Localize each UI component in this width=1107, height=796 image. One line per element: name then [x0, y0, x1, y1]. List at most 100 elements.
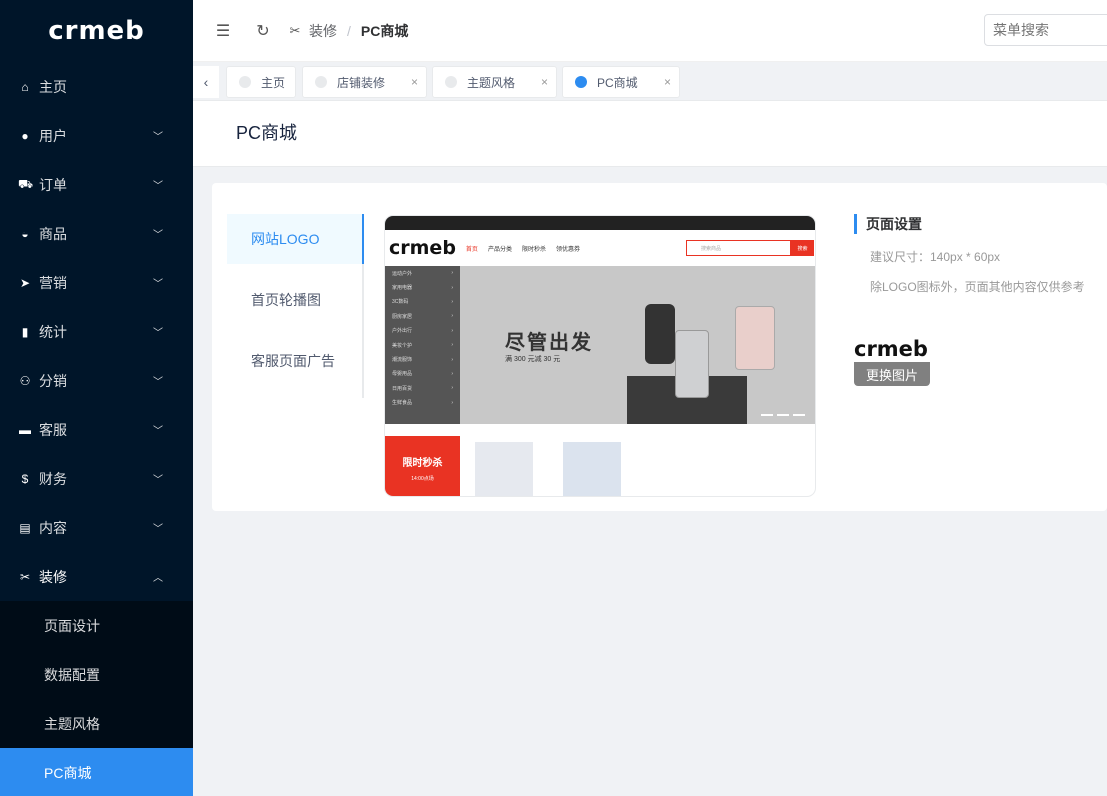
preview-category-item: 家用电器 ›: [385, 280, 460, 294]
sidebar-item[interactable]: ▤ 内容 ﹀: [0, 503, 193, 552]
sidebar-subitem[interactable]: 数据配置: [0, 650, 193, 699]
sidebar-item[interactable]: ⛟ 订单 ﹀: [0, 160, 193, 209]
close-icon[interactable]: ×: [664, 75, 671, 89]
preview-category-item: 潮流服饰 ›: [385, 352, 460, 366]
settings-note: 除LOGO图标外，页面其他内容仅供参考: [870, 280, 1085, 294]
preview-flash-sale-time: 14:00点场: [411, 476, 434, 482]
sidebar-item[interactable]: ◒ 商品 ﹀: [0, 209, 193, 258]
preview-nav-link: 限时秒杀: [521, 246, 546, 253]
settings-nav-item[interactable]: 网站LOGO: [227, 214, 364, 264]
sidebar-item-label: 分销: [39, 372, 67, 389]
chevron-down-icon: ﹀: [153, 377, 163, 388]
chevron-right-icon: ›: [451, 399, 453, 406]
home-icon: ⌂: [21, 79, 29, 94]
preview-search: 搜索商品: [686, 240, 791, 256]
user-icon: ●: [21, 128, 29, 143]
logo-upload[interactable]: crmeb 更换图片: [854, 336, 930, 386]
sidebar-item[interactable]: ➤ 营销 ﹀: [0, 258, 193, 307]
page-header: PC商城: [193, 101, 1107, 167]
preview-carousel-dots: [757, 414, 805, 416]
chevron-right-icon: ›: [451, 370, 453, 377]
breadcrumb-current: PC商城: [360, 22, 409, 39]
tab[interactable]: PC商城 ×: [562, 66, 680, 98]
preview-slogan: 尽管出发: [505, 332, 593, 354]
change-image-button[interactable]: 更换图片: [854, 362, 930, 386]
preview-category-item: 美妆个护 ›: [385, 338, 460, 352]
sidebar-item[interactable]: ⚇ 分销 ﹀: [0, 356, 193, 405]
preview-suitcase-pink-image: [735, 306, 775, 370]
chevron-down-icon: ﹀: [153, 181, 163, 192]
sidebar-subitem[interactable]: 页面设计: [0, 601, 193, 650]
breadcrumb: ✂ 装修 / PC商城: [287, 21, 409, 41]
preview-category-label: 潮流服饰: [392, 357, 413, 364]
breadcrumb-separator: /: [347, 22, 351, 39]
breadcrumb-parent[interactable]: 装修: [309, 21, 337, 41]
preview-category-label: 户外出行: [392, 328, 413, 335]
preview-category-item: 日用百货 ›: [385, 381, 460, 395]
preview-category-label: 厨房家居: [392, 313, 413, 320]
chevron-right-icon: ›: [451, 327, 453, 334]
sidebar-item[interactable]: ▮ 统计 ﹀: [0, 307, 193, 356]
content-card: 网站LOGO 首页轮播图客服页面广告 crmeb 首页 产品分类 限时秒杀 领优惠券 搜…: [212, 183, 1107, 511]
tab-label: PC商城: [597, 75, 638, 90]
tab-status-dot: [575, 76, 587, 88]
preview-flash-sale-title: 限时秒杀: [402, 458, 443, 469]
settings-nav: 网站LOGO 首页轮播图客服页面广告: [227, 214, 364, 398]
chevron-down-icon: ﹀: [153, 279, 163, 290]
tabs-bar: ‹ 主页 店铺装修 × 主题风格 × PC商城 ×: [193, 62, 1107, 101]
preview-category-label: 3C数码: [392, 299, 409, 306]
preview-category-label: 运动户外: [392, 270, 413, 277]
preview-category-label: 生鲜食品: [392, 400, 413, 407]
sidebar-item[interactable]: $ 财务 ﹀: [0, 454, 193, 503]
basket-icon: ◒: [21, 226, 29, 241]
close-icon[interactable]: ×: [411, 75, 418, 89]
settings-nav-item[interactable]: 客服页面广告: [227, 336, 362, 386]
app-logo[interactable]: crmeb: [0, 0, 193, 62]
sidebar-item-label: 营销: [39, 274, 67, 291]
preview-category-list: 运动户外 › 家用电器 › 3C数码 › 厨房家居 › 户外出行 › 美妆个护 › 潮流服饰 › 母婴用品 ›…: [385, 266, 460, 424]
tab-status-dot: [445, 76, 457, 88]
dollar-icon: $: [21, 471, 29, 486]
sidebar-item-label: 客服: [39, 421, 67, 438]
chevron-right-icon: ›: [451, 270, 453, 277]
sidebar-item-label: 财务: [39, 470, 67, 487]
preview-category-item: 户外出行 ›: [385, 324, 460, 338]
app-logo-text: crmeb: [48, 16, 145, 46]
preview-category-item: 厨房家居 ›: [385, 309, 460, 323]
sidebar-item-label: 用户: [39, 127, 67, 144]
tab[interactable]: 店铺装修 ×: [302, 66, 427, 98]
chevron-down-icon: ﹀: [153, 524, 163, 535]
sidebar-item[interactable]: ● 用户 ﹀: [0, 111, 193, 160]
logo-preview-image: crmeb: [854, 337, 928, 361]
tabs-scroll-left-icon[interactable]: ‹: [193, 66, 219, 98]
sidebar-subitem[interactable]: 主题风格: [0, 699, 193, 748]
sidebar-item[interactable]: ✂ 装修 ︿: [0, 552, 193, 601]
preview-logo: crmeb: [389, 237, 456, 259]
cart-icon: ⛟: [18, 176, 34, 191]
settings-nav-item[interactable]: 首页轮播图: [227, 275, 362, 325]
chevron-up-icon: ︿: [153, 573, 163, 584]
collapse-menu-icon[interactable]: ☰: [213, 21, 233, 41]
preview-promo: 满 300 元减 30 元: [505, 356, 561, 363]
people-icon: ⚇: [19, 373, 31, 388]
tab[interactable]: 主页: [226, 66, 296, 98]
refresh-icon[interactable]: ↻: [253, 21, 273, 41]
preview-nav-links: 首页 产品分类 限时秒杀 领优惠券: [466, 244, 590, 253]
sidebar-subitem[interactable]: PC商城: [0, 748, 193, 796]
preview-category-item: 母婴用品 ›: [385, 367, 460, 381]
preview-flash-sale: 限时秒杀 14:00点场: [385, 436, 460, 496]
sidebar-menu: ⌂ 主页 ● 用户 ﹀ ⛟ 订单 ﹀ ◒ 商品 ﹀ ➤ 营销 ﹀ ▮ 统计 ﹀ ⚇ 分销 ﹀ ▬ 客服 ﹀ $ 财务 ﹀ ▤ 内容 ﹀ ✂…: [0, 62, 193, 601]
sidebar: crmeb ⌂ 主页 ● 用户 ﹀ ⛟ 订单 ﹀ ◒ 商品 ﹀ ➤ 营销 ﹀ ▮ 统计 ﹀ ⚇ 分销 ﹀ ▬ 客服 ﹀ $ 财务…: [0, 0, 193, 796]
sidebar-item[interactable]: ⌂ 主页: [0, 62, 193, 111]
chevron-right-icon: ›: [451, 342, 453, 349]
menu-search-input[interactable]: [984, 14, 1107, 46]
chat-icon: ▬: [19, 422, 31, 437]
preview-category-item: 运动户外 ›: [385, 266, 460, 280]
preview-topbar: [385, 216, 815, 230]
close-icon[interactable]: ×: [541, 75, 548, 89]
tab[interactable]: 主题风格 ×: [432, 66, 557, 98]
tools-icon: ✂: [289, 22, 301, 38]
tab-label: 主页: [261, 75, 286, 90]
chevron-right-icon: ›: [451, 284, 453, 291]
sidebar-item[interactable]: ▬ 客服 ﹀: [0, 405, 193, 454]
